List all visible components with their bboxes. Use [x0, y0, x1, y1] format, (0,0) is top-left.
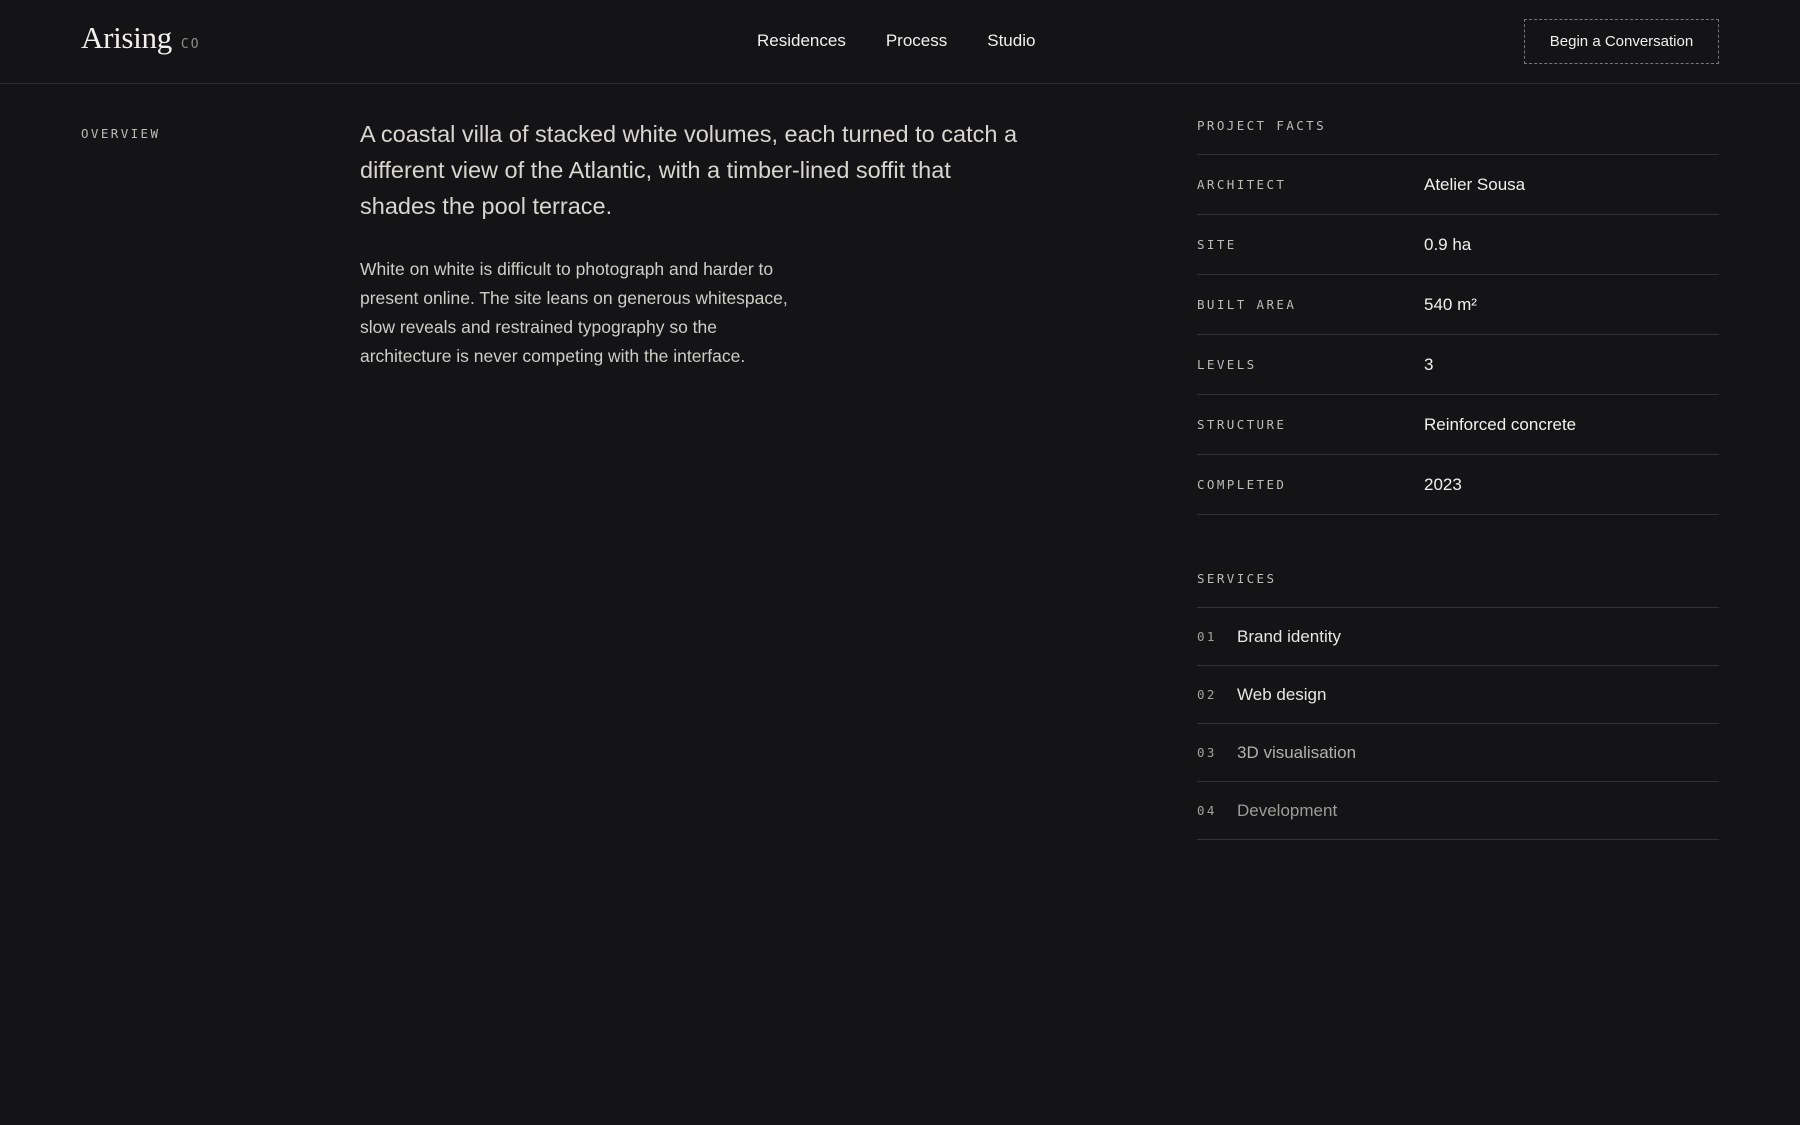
nav-link-process[interactable]: Process [886, 31, 947, 51]
overview-label: OVERVIEW [81, 126, 161, 141]
fact-key: BUILT AREA [1197, 297, 1297, 312]
services: SERVICES 01 Brand identity 02 Web design… [1197, 571, 1719, 840]
site-header: Arising CO Residences Process Studio Beg… [0, 0, 1800, 84]
nav-link-residences[interactable]: Residences [757, 31, 846, 51]
fact-value: 540 m² [1424, 294, 1477, 314]
service-number: 01 [1197, 629, 1217, 644]
fact-value: Atelier Sousa [1424, 174, 1526, 194]
project-facts-title: PROJECT FACTS [1197, 118, 1719, 155]
fact-row-built-area: BUILT AREA 540 m² [1197, 275, 1719, 335]
begin-conversation-button[interactable]: Begin a Conversation [1524, 19, 1719, 64]
nav-link-studio[interactable]: Studio [987, 31, 1035, 51]
overview-lead: A coastal villa of stacked white volumes… [360, 121, 1018, 219]
service-name: 3D visualisation [1237, 742, 1357, 762]
fact-key: STRUCTURE [1197, 417, 1287, 432]
fact-value: 2023 [1424, 474, 1462, 494]
service-number: 04 [1197, 803, 1217, 818]
fact-row-site: SITE 0.9 ha [1197, 215, 1719, 275]
fact-row-levels: LEVELS 3 [1197, 335, 1719, 395]
fact-row-architect: ARCHITECT Atelier Sousa [1197, 155, 1719, 215]
overview-body: White on white is difficult to photograp… [360, 259, 788, 366]
fact-key: SITE [1197, 237, 1237, 252]
service-item: 01 Brand identity [1197, 608, 1719, 666]
service-item: 04 Development [1197, 782, 1719, 840]
fact-row-structure: STRUCTURE Reinforced concrete [1197, 395, 1719, 455]
project-facts: PROJECT FACTS ARCHITECT Atelier Sousa SI… [1197, 118, 1719, 515]
logo[interactable]: Arising CO [81, 20, 201, 56]
fact-value: 3 [1424, 354, 1434, 374]
services-title: SERVICES [1197, 571, 1719, 608]
fact-value: Reinforced concrete [1424, 414, 1577, 434]
service-item: 03 3D visualisation [1197, 724, 1719, 782]
fact-key: ARCHITECT [1197, 177, 1287, 192]
logo-wordmark: Arising [81, 20, 172, 55]
fact-key: LEVELS [1197, 357, 1257, 372]
fact-key: COMPLETED [1197, 477, 1287, 492]
fact-value: 0.9 ha [1424, 234, 1472, 254]
service-number: 03 [1197, 745, 1217, 760]
logo-suffix: CO [180, 37, 201, 52]
main-nav: Residences Process Studio [757, 31, 1035, 51]
service-item: 02 Web design [1197, 666, 1719, 724]
fact-row-completed: COMPLETED 2023 [1197, 455, 1719, 515]
service-number: 02 [1197, 687, 1217, 702]
service-name: Web design [1237, 684, 1327, 704]
service-name: Development [1237, 800, 1338, 820]
service-name: Brand identity [1237, 626, 1341, 646]
